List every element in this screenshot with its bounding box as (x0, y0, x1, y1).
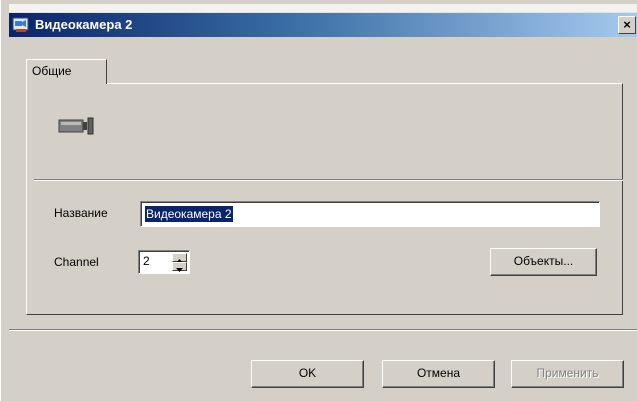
name-label: Название (54, 206, 108, 220)
ok-button[interactable]: OK (251, 360, 364, 388)
tab-general[interactable]: Общие (26, 59, 107, 84)
stepper-down-button[interactable] (172, 262, 187, 272)
channel-label: Channel (54, 255, 99, 269)
camera-app-icon (12, 17, 30, 33)
background-strip (9, 4, 637, 13)
section-divider (34, 179, 623, 181)
name-field[interactable]: Видеокамера 2 (140, 201, 600, 227)
cancel-button[interactable]: Отмена (382, 360, 495, 388)
arrow-down-icon (176, 268, 183, 272)
tab-panel-general (26, 83, 623, 315)
apply-button[interactable]: Применить (511, 360, 624, 388)
footer-divider (9, 329, 637, 331)
name-field-value: Видеокамера 2 (145, 206, 233, 222)
stepper-buttons (172, 253, 187, 272)
video-camera-icon (58, 117, 98, 135)
close-icon: × (623, 17, 631, 32)
channel-stepper[interactable]: 2 (138, 250, 190, 274)
window-title: Видеокамера 2 (35, 17, 133, 32)
dialog-window: Видеокамера 2 × Общие Название Видеокаме… (0, 0, 637, 401)
title-bar[interactable]: Видеокамера 2 × (9, 13, 637, 37)
tab-label: Общие (32, 64, 72, 78)
channel-value: 2 (143, 254, 150, 268)
stepper-up-button[interactable] (172, 253, 187, 263)
close-button[interactable]: × (618, 16, 636, 34)
objects-button[interactable]: Объекты... (490, 248, 597, 276)
